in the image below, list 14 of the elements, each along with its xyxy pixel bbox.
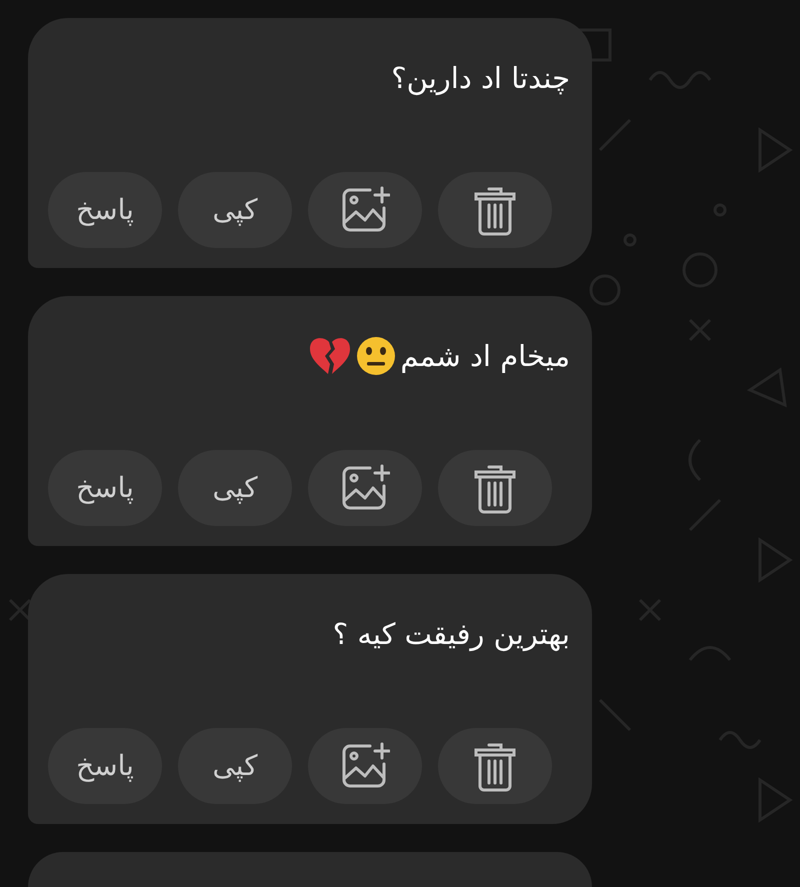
add-image-icon bbox=[340, 742, 390, 790]
broken-heart-icon bbox=[308, 336, 352, 376]
reply-button[interactable]: پاسخ bbox=[48, 728, 162, 804]
add-image-icon bbox=[340, 186, 390, 234]
message-text: چندتا اد دارین؟ bbox=[391, 60, 570, 98]
message-text: بهترین رفیقت کیه ؟ bbox=[332, 616, 570, 654]
message-text: میخام اد شمم bbox=[400, 338, 570, 375]
reply-button[interactable]: پاسخ bbox=[48, 450, 162, 526]
copy-button[interactable]: کپی bbox=[178, 172, 292, 248]
copy-button[interactable]: کپی bbox=[178, 728, 292, 804]
add-image-icon bbox=[340, 464, 390, 512]
copy-button[interactable]: کپی bbox=[178, 450, 292, 526]
reply-button[interactable]: پاسخ bbox=[48, 172, 162, 248]
neutral-face-icon bbox=[356, 336, 396, 376]
